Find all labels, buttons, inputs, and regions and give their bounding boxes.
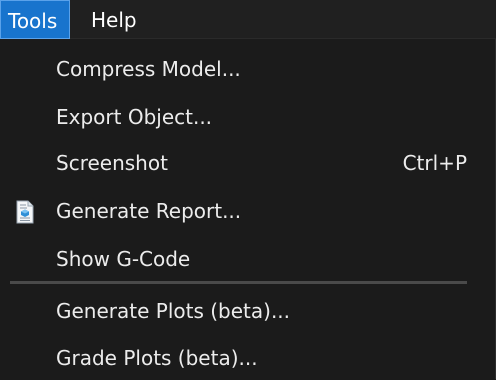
menu-separator — [10, 281, 467, 284]
menu-item-generate-plots[interactable]: Generate Plots (beta)... — [0, 289, 495, 333]
tools-dropdown-menu: Compress Model... Export Object... Scree… — [0, 39, 496, 379]
menu-item-screenshot[interactable]: Screenshot Ctrl+P — [0, 141, 495, 185]
menu-item-label: Screenshot — [56, 151, 168, 175]
menu-item-label: Grade Plots (beta)... — [56, 346, 258, 370]
menu-tools[interactable]: Tools — [0, 0, 70, 39]
menu-item-show-gcode[interactable]: Show G-Code — [0, 237, 495, 281]
menu-item-label: Show G-Code — [56, 247, 191, 271]
menu-item-label: Compress Model... — [56, 57, 241, 81]
menu-item-label: Generate Plots (beta)... — [56, 299, 291, 323]
menu-item-label: Export Object... — [56, 105, 213, 129]
menu-item-compress-model[interactable]: Compress Model... — [0, 47, 495, 91]
menu-item-label: Generate Report... — [56, 199, 242, 223]
menu-item-generate-report[interactable]: Generate Report... — [0, 189, 495, 233]
menu-item-grade-plots[interactable]: Grade Plots (beta)... — [0, 336, 495, 380]
report-document-icon — [15, 200, 35, 224]
menu-item-export-object[interactable]: Export Object... — [0, 95, 495, 139]
menu-item-shortcut: Ctrl+P — [402, 151, 467, 175]
menu-bar: Tools Help — [0, 0, 496, 39]
menu-help[interactable]: Help — [91, 0, 151, 39]
